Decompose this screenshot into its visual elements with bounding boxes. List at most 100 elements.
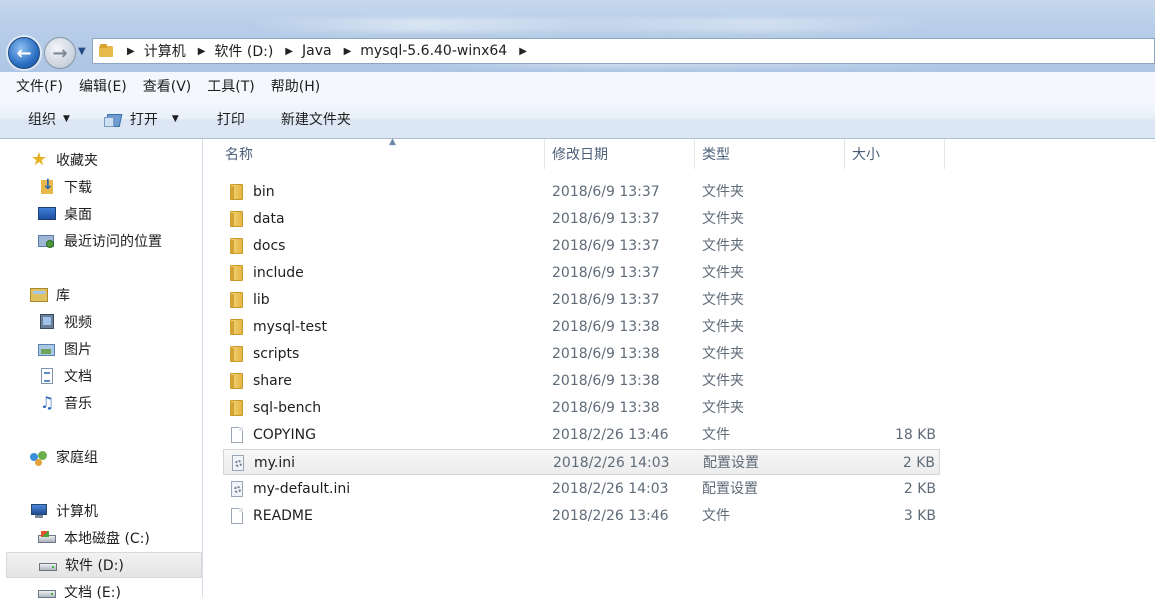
breadcrumb-computer[interactable]: 计算机 (144, 41, 186, 61)
nav-label: 文档 (64, 369, 92, 385)
file-row[interactable]: include 2018/6/9 13:37 文件夹 (223, 260, 940, 286)
file-row[interactable]: COPYING 2018/2/26 13:46 文件 18 KB (223, 422, 940, 448)
column-label: 大小 (852, 147, 880, 163)
breadcrumb-mysql[interactable]: mysql-5.6.40-winx64 (360, 43, 507, 59)
menu-edit[interactable]: 编辑(E) (79, 76, 127, 96)
file-name: bin (253, 184, 275, 200)
nav-favorites[interactable]: ★ 收藏夹 (0, 147, 230, 173)
sort-ascending-icon: ▲ (389, 137, 396, 147)
folder-icon (229, 238, 245, 254)
file-date: 2018/6/9 13:37 (552, 238, 660, 254)
nav-label: 下载 (64, 180, 92, 196)
chevron-right-icon[interactable]: ▶ (285, 46, 293, 57)
file-name: README (253, 508, 313, 524)
desktop-icon (38, 206, 56, 222)
file-name: COPYING (253, 427, 316, 443)
file-name: include (253, 265, 304, 281)
column-label: 修改日期 (552, 147, 608, 163)
file-type: 文件夹 (702, 265, 744, 281)
file-type: 配置设置 (703, 455, 759, 471)
nav-libraries[interactable]: 库 (0, 282, 230, 308)
picture-library-icon (38, 341, 56, 357)
open-icon (103, 111, 122, 127)
config-icon (230, 455, 246, 471)
file-type: 文件夹 (702, 346, 744, 362)
recent-places-icon (38, 233, 56, 249)
menu-help[interactable]: 帮助(H) (271, 76, 320, 96)
open-button[interactable]: 打开 ▼ (103, 109, 179, 129)
nav-label: 收藏夹 (56, 153, 98, 169)
drive-icon (38, 584, 56, 600)
organize-button[interactable]: 组织 ▼ (28, 109, 70, 129)
nav-homegroup[interactable]: 家庭组 (0, 444, 230, 470)
back-arrow-icon[interactable]: ← (8, 37, 40, 69)
new-folder-button[interactable]: 新建文件夹 (281, 109, 351, 129)
address-bar[interactable]: ▶ 计算机 ▶ 软件 (D:) ▶ Java ▶ mysql-5.6.40-wi… (92, 38, 1155, 64)
music-note-icon: ♫ (39, 393, 55, 412)
drive-icon (39, 557, 57, 573)
file-row[interactable]: my-default.ini 2018/2/26 14:03 配置设置 2 KB (223, 476, 940, 502)
file-row[interactable]: bin 2018/6/9 13:37 文件夹 (223, 179, 940, 205)
nav-label: 视频 (64, 315, 92, 331)
folder-icon (229, 346, 245, 362)
folder-icon (229, 265, 245, 281)
file-row[interactable]: my.ini 2018/2/26 14:03 配置设置 2 KB (223, 449, 940, 475)
file-row[interactable]: mysql-test 2018/6/9 13:38 文件夹 (223, 314, 940, 340)
column-header-name[interactable]: 名称 ▲ (217, 137, 547, 169)
file-size: 18 KB (894, 427, 936, 443)
recent-pages-dropdown-icon[interactable]: ▼ (78, 46, 86, 57)
command-bar: 组织 ▼ 打开 ▼ 打印 新建文件夹 (0, 100, 1155, 139)
file-type: 文件夹 (702, 238, 744, 254)
file-name: data (253, 211, 285, 227)
nav-label: 音乐 (64, 396, 92, 412)
nav-label: 本地磁盘 (C:) (64, 531, 150, 547)
column-header-type[interactable]: 类型 (694, 139, 844, 169)
download-folder-icon (38, 177, 56, 195)
column-header-date[interactable]: 修改日期 (544, 139, 694, 169)
chevron-down-icon: ▼ (171, 114, 179, 124)
blurred-background-text (250, 18, 930, 32)
column-separator[interactable] (944, 139, 945, 169)
chevron-right-icon[interactable]: ▶ (127, 46, 135, 57)
nav-label: 库 (56, 288, 70, 304)
breadcrumb-java[interactable]: Java (302, 43, 332, 59)
file-row[interactable]: share 2018/6/9 13:38 文件夹 (223, 368, 940, 394)
file-row[interactable]: README 2018/2/26 13:46 文件 3 KB (223, 503, 940, 529)
menu-tools[interactable]: 工具(T) (207, 76, 254, 96)
print-button[interactable]: 打印 (217, 109, 245, 129)
nav-drive-d[interactable]: 软件 (D:) (6, 552, 202, 578)
file-row[interactable]: lib 2018/6/9 13:37 文件夹 (223, 287, 940, 313)
column-label: 名称 (225, 147, 253, 163)
computer-icon (30, 503, 48, 519)
file-type: 配置设置 (702, 481, 758, 497)
chevron-right-icon[interactable]: ▶ (198, 46, 206, 57)
file-row[interactable]: sql-bench 2018/6/9 13:38 文件夹 (223, 395, 940, 421)
breadcrumb-drive-d[interactable]: 软件 (D:) (214, 41, 273, 61)
file-name: sql-bench (253, 400, 322, 416)
chevron-right-icon[interactable]: ▶ (519, 46, 527, 57)
file-size: 3 KB (903, 508, 936, 524)
file-name: scripts (253, 346, 300, 362)
file-row[interactable]: docs 2018/6/9 13:37 文件夹 (223, 233, 940, 259)
nav-computer[interactable]: 计算机 (0, 498, 230, 524)
column-header-size[interactable]: 大小 (844, 139, 944, 169)
file-date: 2018/6/9 13:37 (552, 211, 660, 227)
menu-view[interactable]: 查看(V) (143, 76, 192, 96)
chevron-right-icon[interactable]: ▶ (344, 46, 352, 57)
library-icon (30, 287, 48, 303)
file-name: lib (253, 292, 270, 308)
video-library-icon (38, 314, 56, 330)
file-row[interactable]: data 2018/6/9 13:37 文件夹 (223, 206, 940, 232)
file-row[interactable]: scripts 2018/6/9 13:38 文件夹 (223, 341, 940, 367)
folder-icon (229, 292, 245, 308)
file-type: 文件夹 (702, 184, 744, 200)
forward-arrow-icon[interactable]: → (44, 37, 76, 69)
file-date: 2018/2/26 13:46 (552, 427, 669, 443)
menu-file[interactable]: 文件(F) (16, 76, 63, 96)
nav-label: 图片 (64, 342, 92, 358)
file-name: share (253, 373, 292, 389)
file-type: 文件 (702, 427, 730, 443)
system-drive-icon (38, 530, 56, 546)
file-date: 2018/2/26 14:03 (553, 455, 670, 471)
file-date: 2018/6/9 13:37 (552, 265, 660, 281)
